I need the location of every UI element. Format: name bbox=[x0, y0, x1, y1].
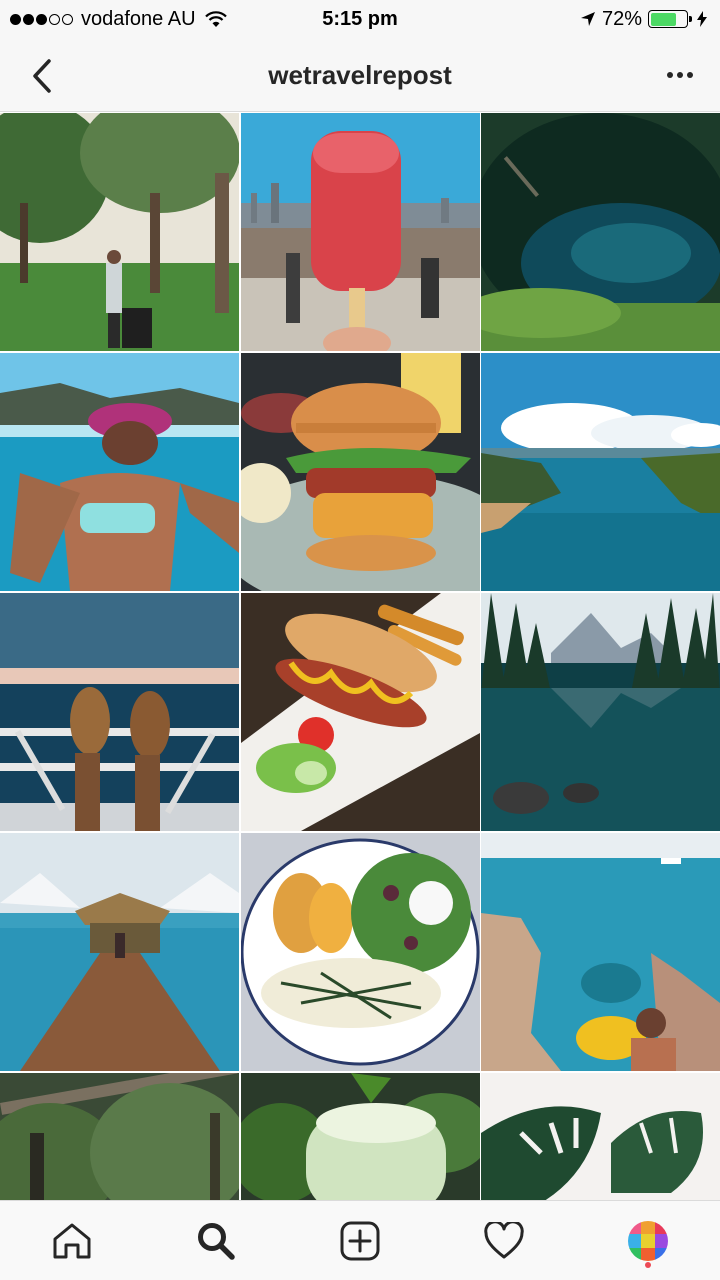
signal-dot bbox=[10, 13, 21, 25]
signal-dot bbox=[23, 13, 34, 25]
signal-dot bbox=[36, 13, 47, 25]
tab-search[interactable] bbox=[176, 1206, 256, 1276]
tab-home[interactable] bbox=[32, 1206, 112, 1276]
wifi-icon bbox=[204, 11, 227, 27]
green-smoothie-photo[interactable] bbox=[240, 1073, 480, 1200]
profile-avatar-icon bbox=[628, 1220, 668, 1261]
more-dot bbox=[687, 72, 693, 78]
chevron-left-icon bbox=[33, 59, 51, 93]
turquoise-river-photo[interactable] bbox=[481, 353, 720, 591]
tab-activity[interactable] bbox=[464, 1206, 544, 1276]
signal-dot bbox=[62, 13, 73, 25]
location-arrow-icon bbox=[580, 12, 595, 26]
signal-area: vodafone AU bbox=[10, 6, 228, 32]
battery-percent: 72% bbox=[601, 7, 642, 30]
add-post-icon bbox=[340, 1221, 380, 1260]
burger-photo[interactable] bbox=[240, 353, 480, 591]
status-bar: vodafone AU 5:15 pm 72% bbox=[0, 0, 720, 40]
tab-profile[interactable] bbox=[608, 1206, 688, 1276]
back-button[interactable] bbox=[22, 54, 62, 98]
profile-header: wetravelrepost bbox=[0, 40, 720, 112]
ship-railing-feet-photo[interactable] bbox=[0, 593, 239, 831]
bottom-tab-bar bbox=[0, 1200, 720, 1280]
mountain-lake-photo[interactable] bbox=[481, 593, 720, 831]
salad-fish-plate-photo[interactable] bbox=[240, 833, 480, 1071]
search-icon bbox=[198, 1222, 235, 1260]
more-options-button[interactable] bbox=[660, 60, 700, 90]
popsicle-city-photo[interactable] bbox=[240, 113, 480, 351]
battery-area: 72% bbox=[580, 6, 708, 32]
more-dot bbox=[677, 72, 683, 78]
carrier-name: vodafone AU bbox=[81, 7, 196, 30]
cenote-cave-photo[interactable] bbox=[481, 113, 720, 351]
hotdog-fries-photo[interactable] bbox=[240, 593, 480, 831]
photo-grid bbox=[0, 113, 720, 1200]
monstera-plant-photo[interactable] bbox=[481, 1073, 720, 1200]
heart-icon bbox=[484, 1221, 524, 1258]
more-horizontal-icon bbox=[667, 72, 673, 78]
page-title: wetravelrepost bbox=[268, 60, 452, 90]
overwater-hut-pier-photo[interactable] bbox=[0, 833, 239, 1071]
forest-photo[interactable] bbox=[0, 1073, 239, 1200]
tab-add-post[interactable] bbox=[320, 1206, 400, 1276]
underwater-swimmer-photo[interactable] bbox=[0, 353, 239, 591]
signal-dot bbox=[49, 13, 60, 25]
home-icon bbox=[53, 1223, 91, 1258]
rocky-coast-swimmer-photo[interactable] bbox=[481, 833, 720, 1071]
charging-bolt-icon bbox=[697, 11, 707, 27]
battery-icon bbox=[648, 10, 692, 28]
park-traveler-photo[interactable] bbox=[0, 113, 239, 351]
notification-dot bbox=[645, 1261, 651, 1268]
battery-fill bbox=[650, 12, 676, 26]
